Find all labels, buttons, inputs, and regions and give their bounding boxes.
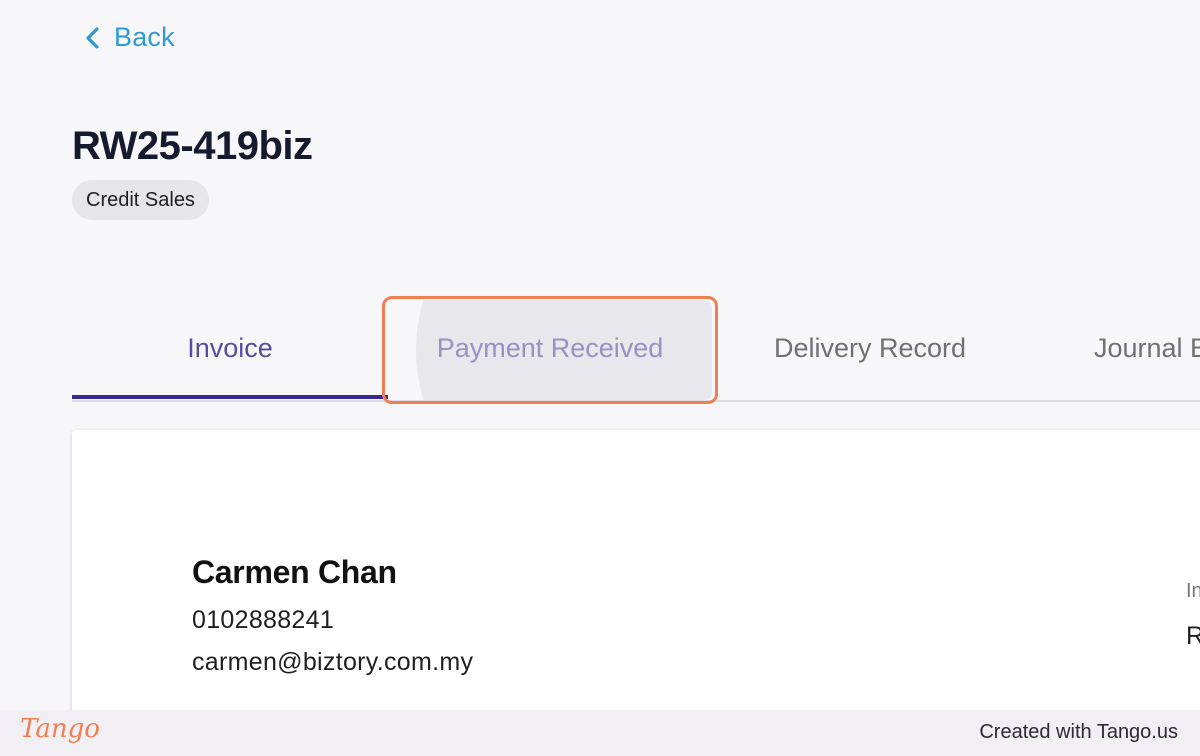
back-button[interactable]: Back <box>84 22 175 53</box>
customer-name: Carmen Chan <box>192 554 397 590</box>
app-frame: Back RW25-419biz Credit Sales Invoice Pa… <box>0 0 1200 756</box>
footer-credit: Created with Tango.us <box>979 721 1178 743</box>
tango-logo: Tango <box>20 714 100 744</box>
document-type-badge: Credit Sales <box>72 180 209 220</box>
tab-invoice[interactable]: Invoice <box>72 296 388 400</box>
tab-payment-received[interactable]: Payment Received <box>388 296 712 400</box>
back-label: Back <box>114 22 175 52</box>
customer-phone: 0102888241 <box>192 606 335 634</box>
chevron-left-icon <box>84 26 100 50</box>
invoice-card: Carmen Chan 0102888241 carmen@biztory.co… <box>72 430 1200 756</box>
customer-email: carmen@biztory.com.my <box>192 648 474 676</box>
invoice-meta-value: R <box>1186 622 1200 650</box>
tango-footer: Tango Created with Tango.us <box>0 710 1200 756</box>
page-title: RW25-419biz <box>72 124 313 168</box>
invoice-meta-label: In <box>1186 580 1200 602</box>
tab-journal-entry[interactable]: Journal E <box>1094 296 1200 400</box>
tab-delivery-record[interactable]: Delivery Record <box>712 296 1028 400</box>
active-tab-indicator <box>72 395 388 399</box>
tab-bar: Invoice Payment Received Delivery Record… <box>72 296 1200 404</box>
